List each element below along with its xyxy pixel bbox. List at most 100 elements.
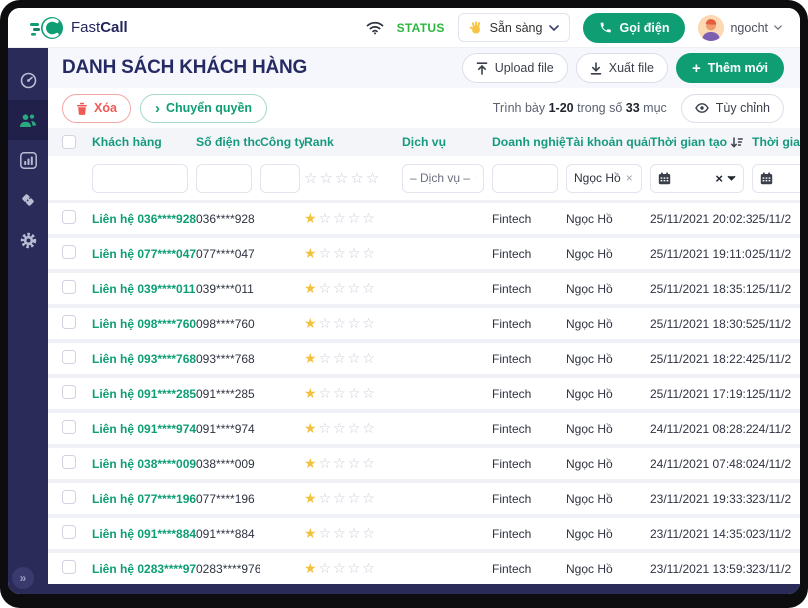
star-filled-icon: ★ bbox=[304, 280, 319, 296]
star-empty-icon: ☆ bbox=[348, 490, 363, 506]
row-checkbox[interactable] bbox=[62, 490, 76, 504]
customer-name-link[interactable]: Liên hệ 091****285 bbox=[92, 387, 196, 401]
created-cell: 25/11/2021 19:11:03 bbox=[650, 247, 752, 261]
row-checkbox[interactable] bbox=[62, 385, 76, 399]
availability-select[interactable]: Sẵn sàng bbox=[458, 13, 571, 42]
upload-icon bbox=[476, 62, 488, 75]
customer-name-link[interactable]: Liên hệ 039****011 bbox=[92, 282, 196, 296]
fastcall-logo-icon bbox=[30, 16, 64, 40]
updated-cell: 24/11/2 bbox=[752, 457, 800, 471]
user-menu[interactable]: ngocht bbox=[698, 15, 782, 41]
customer-name-link[interactable]: Liên hệ 0283****976 bbox=[92, 562, 196, 576]
customer-name-link[interactable]: Liên hệ 077****196 bbox=[92, 492, 196, 506]
gauge-icon bbox=[20, 72, 37, 89]
sidebar-item-customers[interactable] bbox=[8, 100, 48, 140]
sidebar-collapse-button[interactable]: » bbox=[12, 567, 34, 589]
sidebar-item-tickets[interactable] bbox=[8, 180, 48, 220]
customer-name-link[interactable]: Liên hệ 036****928 bbox=[92, 212, 196, 226]
phone-cell: 093****768 bbox=[196, 352, 260, 366]
business-cell: Fintech bbox=[492, 387, 566, 401]
table-row: Liên hệ 091****285 091****285 ★☆☆☆☆ Fint… bbox=[48, 378, 800, 409]
updated-cell: 23/11/2 bbox=[752, 562, 800, 576]
star-empty-icon: ☆ bbox=[362, 210, 377, 226]
column-header-rank[interactable]: Rank bbox=[304, 135, 402, 149]
star-empty-icon: ☆ bbox=[348, 560, 363, 576]
column-header-service[interactable]: Dịch vụ bbox=[402, 135, 492, 149]
table-header-row: Khách hàng Số điện thoại Công ty Rank Dị… bbox=[48, 128, 800, 156]
created-cell: 25/11/2021 18:22:45 bbox=[650, 352, 752, 366]
sidebar-item-dashboard[interactable] bbox=[8, 60, 48, 100]
waving-hand-icon bbox=[469, 21, 483, 35]
row-checkbox[interactable] bbox=[62, 245, 76, 259]
filter-updated-date-picker[interactable] bbox=[752, 164, 800, 193]
status-label: STATUS bbox=[397, 21, 445, 35]
customer-name-link[interactable]: Liên hệ 077****047 bbox=[92, 247, 196, 261]
phone-cell: 039****011 bbox=[196, 282, 260, 296]
top-bar: FastCall STATUS bbox=[8, 8, 800, 48]
manager-cell: Ngọc Hồ bbox=[566, 352, 650, 366]
calendar-icon bbox=[658, 172, 671, 185]
filter-service-select[interactable]: – Dịch vụ – bbox=[402, 164, 484, 193]
customer-name-link[interactable]: Liên hệ 093****768 bbox=[92, 352, 196, 366]
customer-name-link[interactable]: Liên hệ 038****009 bbox=[92, 457, 196, 471]
filter-manager-select[interactable]: Ngọc Hồ × bbox=[566, 164, 642, 193]
row-checkbox[interactable] bbox=[62, 560, 76, 574]
call-button[interactable]: Gọi điện bbox=[583, 13, 685, 43]
filter-phone-input[interactable] bbox=[196, 164, 252, 193]
chevron-down-icon bbox=[727, 175, 736, 181]
filter-business-input[interactable] bbox=[492, 164, 558, 193]
filter-created-date-picker[interactable]: × bbox=[650, 164, 744, 193]
star-empty-icon: ☆ bbox=[362, 490, 377, 506]
row-checkbox[interactable] bbox=[62, 455, 76, 469]
clear-date-icon[interactable]: × bbox=[715, 171, 723, 186]
sort-descending-icon[interactable] bbox=[731, 137, 743, 148]
sidebar bbox=[8, 48, 48, 584]
phone-cell: 077****196 bbox=[196, 492, 260, 506]
filter-company-input[interactable] bbox=[260, 164, 300, 193]
users-icon bbox=[19, 113, 37, 128]
sidebar-item-reports[interactable] bbox=[8, 140, 48, 180]
column-header-business[interactable]: Doanh nghiệp bbox=[492, 135, 566, 149]
column-header-customer[interactable]: Khách hàng bbox=[92, 135, 196, 149]
customer-name-link[interactable]: Liên hệ 091****974 bbox=[92, 422, 196, 436]
row-checkbox[interactable] bbox=[62, 525, 76, 539]
customer-name-link[interactable]: Liên hệ 098****760 bbox=[92, 317, 196, 331]
row-checkbox[interactable] bbox=[62, 210, 76, 224]
rank-stars: ★☆☆☆☆ bbox=[304, 420, 402, 437]
customize-button[interactable]: Tùy chỉnh bbox=[681, 94, 784, 123]
sidebar-item-settings[interactable] bbox=[8, 220, 48, 260]
business-cell: Fintech bbox=[492, 527, 566, 541]
column-header-created[interactable]: Thời gian tạo bbox=[650, 135, 752, 149]
star-empty-icon: ☆ bbox=[348, 315, 363, 331]
manager-cell: Ngọc Hồ bbox=[566, 282, 650, 296]
transfer-button[interactable]: › Chuyển quyền bbox=[140, 94, 267, 123]
row-checkbox[interactable] bbox=[62, 315, 76, 329]
star-filled-icon: ★ bbox=[304, 210, 319, 226]
star-filled-icon: ★ bbox=[304, 560, 319, 576]
updated-cell: 23/11/2 bbox=[752, 492, 800, 506]
calendar-icon bbox=[760, 172, 773, 185]
delete-button[interactable]: Xóa bbox=[62, 94, 131, 123]
star-empty-icon: ☆ bbox=[333, 315, 348, 331]
upload-file-button[interactable]: Upload file bbox=[462, 53, 568, 83]
column-header-manager[interactable]: Tài khoản quản lý bbox=[566, 135, 650, 149]
star-empty-icon: ☆ bbox=[319, 280, 334, 296]
created-cell: 23/11/2021 13:59:32 bbox=[650, 562, 752, 576]
updated-cell: 25/11/2 bbox=[752, 282, 800, 296]
avatar bbox=[698, 15, 724, 41]
column-header-company[interactable]: Công ty bbox=[260, 135, 304, 149]
filter-rank-stars[interactable]: ☆☆☆☆☆ bbox=[304, 169, 402, 188]
customer-name-link[interactable]: Liên hệ 091****884 bbox=[92, 527, 196, 541]
export-file-button[interactable]: Xuất file bbox=[576, 53, 668, 83]
select-all-checkbox[interactable] bbox=[62, 135, 76, 149]
add-new-button[interactable]: + Thêm mới bbox=[676, 53, 784, 83]
filter-customer-input[interactable] bbox=[92, 164, 188, 193]
column-header-phone[interactable]: Số điện thoại bbox=[196, 135, 260, 149]
star-empty-icon: ☆ bbox=[319, 490, 334, 506]
row-checkbox[interactable] bbox=[62, 420, 76, 434]
remove-tag-icon[interactable]: × bbox=[626, 171, 633, 185]
star-empty-icon: ☆ bbox=[348, 525, 363, 541]
row-checkbox[interactable] bbox=[62, 350, 76, 364]
row-checkbox[interactable] bbox=[62, 280, 76, 294]
column-header-updated[interactable]: Thời gia bbox=[752, 135, 800, 149]
